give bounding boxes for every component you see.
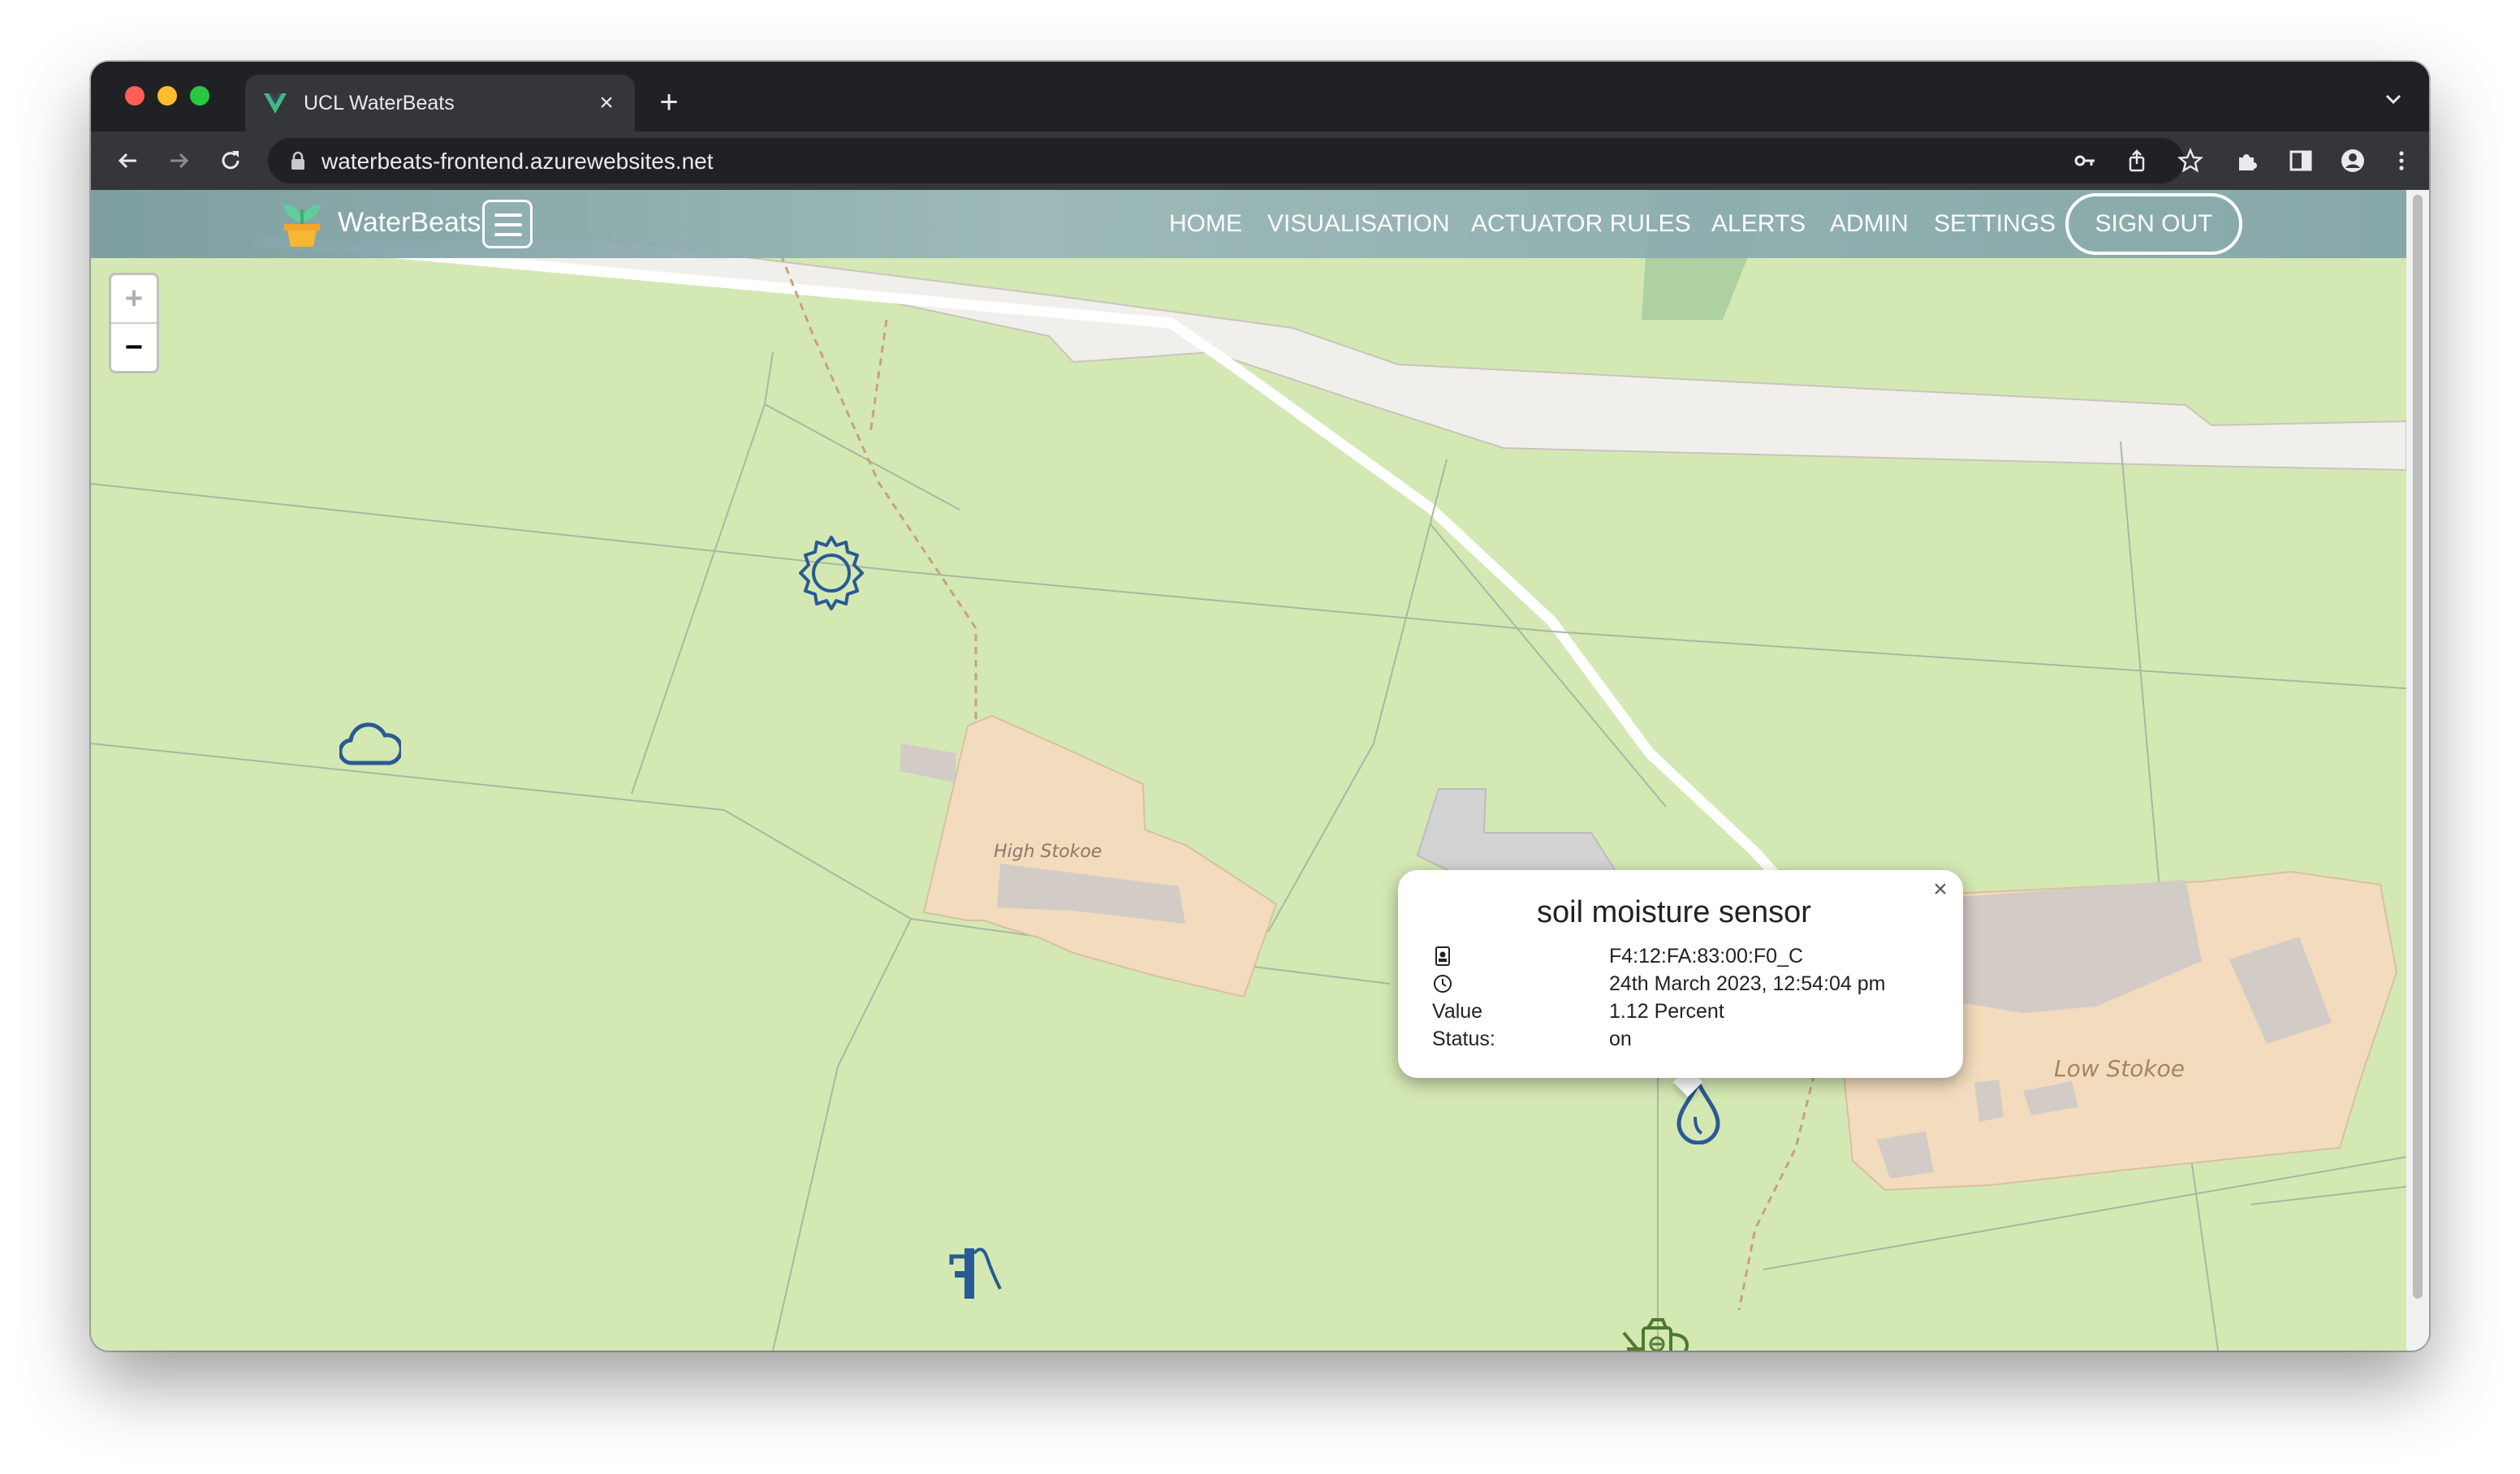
forward-icon[interactable]: [162, 144, 195, 177]
zoom-control: + −: [109, 273, 159, 373]
nav-home[interactable]: HOME: [1169, 208, 1242, 240]
browser-window: UCL WaterBeats × + waterbeats-frontend.a…: [91, 62, 2429, 1351]
page-viewport: High Stokoe Low Stokoe + − WaterBeats HO…: [91, 190, 2429, 1351]
clock-icon: [1434, 975, 1452, 993]
lock-icon: [291, 151, 304, 170]
nav-alerts[interactable]: ALERTS: [1711, 208, 1806, 240]
cloud-icon[interactable]: [339, 716, 401, 768]
watering-can-icon[interactable]: [1620, 1317, 1692, 1351]
tab-strip: UCL WaterBeats × +: [91, 62, 2429, 131]
sensor-popup: × soil moisture sensor F4:12:FA:83:00:F0…: [1398, 870, 1963, 1078]
zoom-out-button[interactable]: −: [111, 324, 157, 371]
map-label-high-stokoe: High Stokoe: [994, 842, 1102, 862]
hamburger-menu-button[interactable]: [482, 200, 533, 248]
brand-name[interactable]: WaterBeats: [338, 205, 481, 240]
tab-search-chevron-icon[interactable]: [2380, 86, 2406, 112]
plant-pot-logo-icon[interactable]: [278, 198, 326, 248]
address-bar[interactable]: waterbeats-frontend.azurewebsites.net: [268, 138, 2184, 183]
browser-toolbar: waterbeats-frontend.azurewebsites.net: [91, 131, 2429, 190]
popup-value-label: Value: [1432, 1000, 1483, 1023]
scrollbar-thumb[interactable]: [2413, 195, 2423, 1299]
url-text: waterbeats-frontend.azurewebsites.net: [321, 149, 714, 174]
gear-icon[interactable]: [797, 534, 865, 612]
browser-tab[interactable]: UCL WaterBeats ×: [245, 75, 635, 131]
profile-icon[interactable]: [2340, 148, 2366, 174]
side-panel-icon[interactable]: [2288, 148, 2314, 174]
window-minimize-button[interactable]: [158, 86, 177, 106]
more-menu-icon[interactable]: [2388, 148, 2414, 174]
map-label-low-stokoe: Low Stokoe: [2054, 1055, 2185, 1082]
popup-value: 1.12 Percent: [1609, 1000, 1724, 1023]
nav-actuator-rules[interactable]: ACTUATOR RULES: [1471, 208, 1691, 240]
extensions-icon[interactable]: [2234, 148, 2260, 174]
tab-title: UCL WaterBeats: [304, 92, 455, 114]
zoom-in-button[interactable]: +: [111, 275, 157, 324]
popup-status: on: [1609, 1028, 1632, 1050]
popup-status-label: Status:: [1432, 1028, 1495, 1050]
map-canvas[interactable]: High Stokoe Low Stokoe: [91, 190, 2429, 1351]
popup-device-id: F4:12:FA:83:00:F0_C: [1609, 945, 1804, 968]
nav-settings[interactable]: SETTINGS: [1934, 208, 2056, 240]
tab-close-icon[interactable]: ×: [591, 88, 622, 119]
app-navbar: WaterBeats HOME VISUALISATION ACTUATOR R…: [91, 190, 2406, 258]
window-close-button[interactable]: [125, 86, 145, 106]
key-icon[interactable]: [2072, 148, 2098, 174]
back-icon[interactable]: [112, 144, 145, 177]
nav-admin[interactable]: ADMIN: [1830, 208, 1909, 240]
share-icon[interactable]: [2124, 148, 2150, 174]
nav-visualisation[interactable]: VISUALISATION: [1267, 208, 1450, 240]
water-pump-icon[interactable]: [947, 1240, 1008, 1305]
popup-title: soil moisture sensor: [1537, 895, 1811, 929]
window-maximize-button[interactable]: [190, 86, 209, 106]
page-scrollbar[interactable]: [2406, 190, 2429, 1351]
bookmark-star-icon[interactable]: [2177, 148, 2203, 174]
new-tab-button[interactable]: +: [651, 84, 687, 120]
sign-out-button[interactable]: SIGN OUT: [2065, 193, 2242, 255]
vue-logo-icon: [264, 93, 287, 114]
popup-timestamp: 24th March 2023, 12:54:04 pm: [1609, 972, 1886, 995]
reload-icon[interactable]: [214, 144, 247, 177]
id-badge-icon: [1435, 946, 1450, 966]
